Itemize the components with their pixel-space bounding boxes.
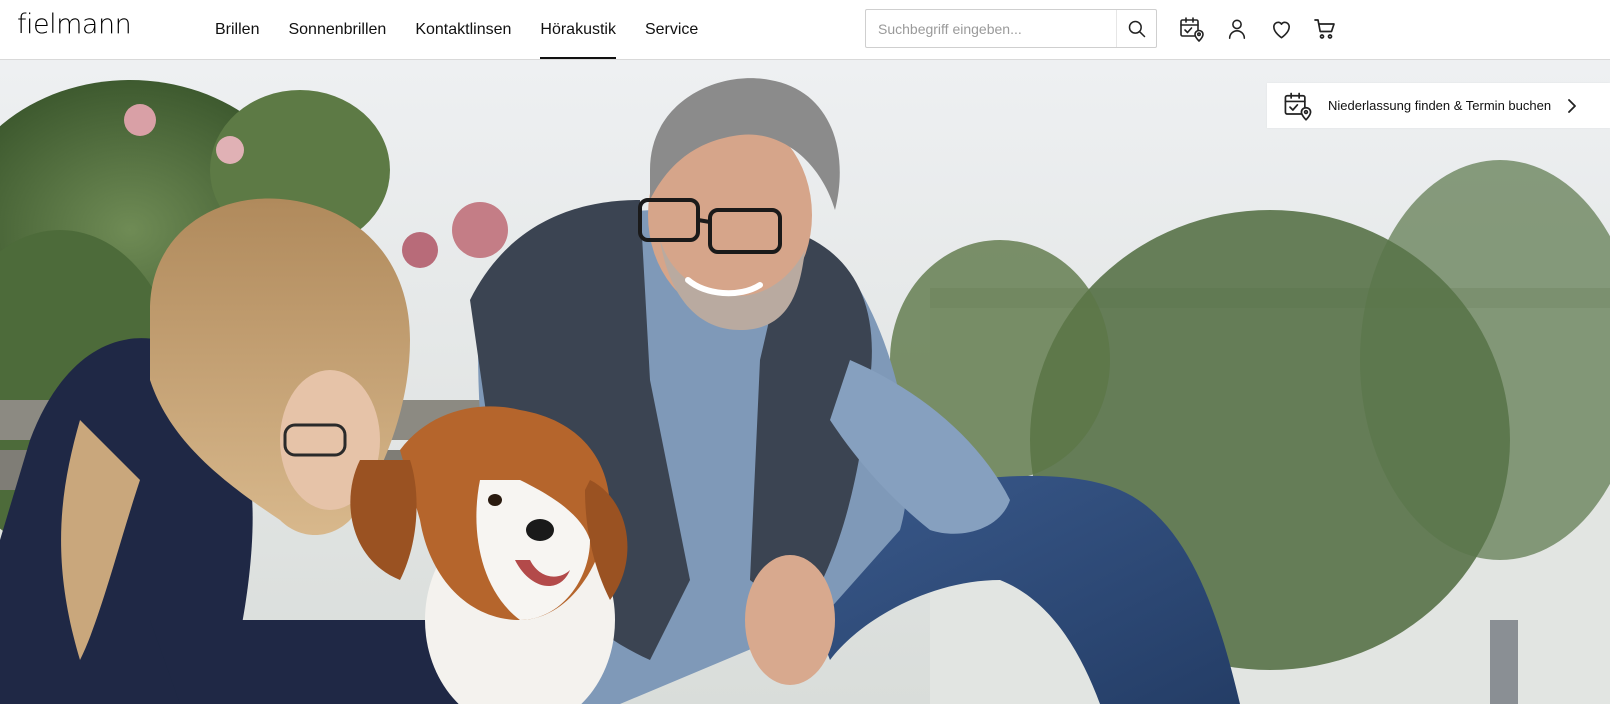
account-button[interactable] (1222, 14, 1252, 44)
user-icon (1228, 19, 1246, 39)
nav-kontaktlinsen[interactable]: Kontaktlinsen (415, 0, 511, 59)
main-navigation: Brillen Sonnenbrillen Kontaktlinsen Höra… (215, 0, 727, 60)
cart-icon (1314, 19, 1335, 39)
cart-button[interactable] (1310, 14, 1340, 44)
calendar-location-icon (1180, 17, 1204, 42)
search-button[interactable] (1116, 10, 1156, 47)
search-icon (1128, 20, 1145, 37)
branch-finder-banner[interactable]: Niederlassung finden & Termin buchen (1267, 83, 1610, 128)
calendar-location-icon (1284, 92, 1312, 121)
nav-brillen[interactable]: Brillen (215, 0, 259, 59)
wishlist-button[interactable] (1266, 14, 1296, 44)
site-header: fielmann Brillen Sonnenbrillen Kontaktli… (0, 0, 1610, 60)
nav-service[interactable]: Service (645, 0, 698, 59)
nav-sonnenbrillen[interactable]: Sonnenbrillen (288, 0, 386, 59)
heart-icon (1272, 20, 1290, 38)
nav-hoerakustik[interactable]: Hörakustik (540, 0, 616, 59)
branch-icon-wrapper (1281, 89, 1315, 123)
search-box (865, 9, 1157, 48)
appointment-button[interactable] (1177, 14, 1207, 44)
hero-photo (0, 60, 1610, 704)
branch-finder-label: Niederlassung finden & Termin buchen (1328, 98, 1552, 113)
branch-finder-chevron (1567, 98, 1577, 113)
fielmann-logo[interactable]: fielmann (17, 9, 132, 40)
search-input[interactable] (866, 10, 1116, 47)
chevron-right-icon (1568, 98, 1576, 113)
hero-image (0, 60, 1610, 704)
